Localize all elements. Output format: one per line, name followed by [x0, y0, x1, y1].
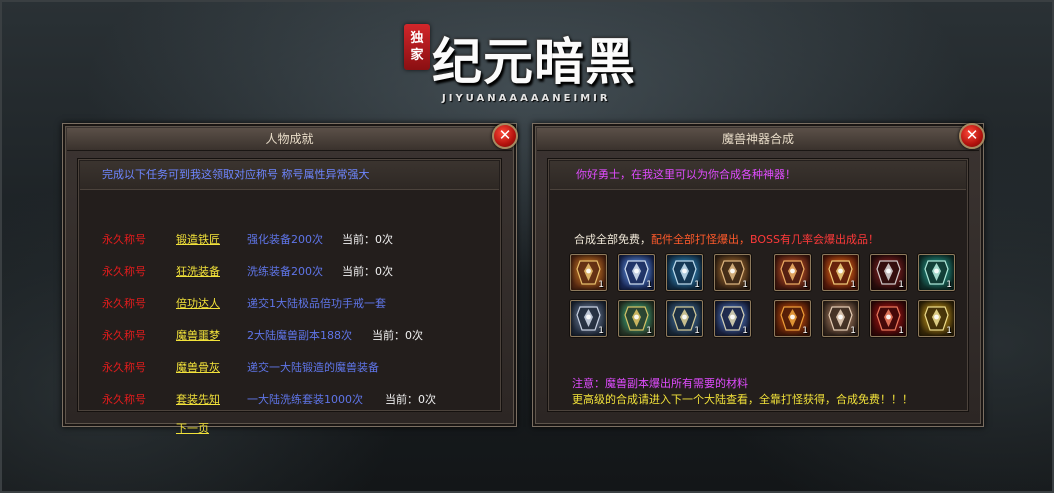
achievement-title: 永久称号	[102, 361, 146, 374]
achievement-title: 永久称号	[102, 297, 146, 310]
item-count: 1	[946, 326, 952, 336]
logo-seal-char-1: 独	[410, 31, 424, 46]
boss-text: BOSS有几率会爆出成品！	[750, 233, 879, 246]
item-slot[interactable]: 1	[714, 254, 751, 291]
achievement-desc: 一大陆洗练套装1000次	[247, 393, 363, 406]
achievement-link[interactable]: 套装先知	[176, 391, 220, 407]
item-count: 1	[742, 280, 748, 290]
item-slot[interactable]: 1	[714, 300, 751, 337]
close-button[interactable]: ✕	[492, 123, 518, 149]
note-higher-synthesis: 更高级的合成请进入下一个大陆查看，全靠打怪获得，合成免费！！！	[572, 393, 913, 406]
achievement-desc: 递交1大陆极品倍功手戒一套	[247, 297, 386, 310]
achievement-link[interactable]: 魔兽噩梦	[176, 327, 220, 343]
achievements-panel: 人物成就 ✕ 完成以下任务可到我这领取对应称号 称号属性异常强大 永久称号 锻造…	[62, 123, 518, 435]
item-count: 1	[850, 326, 856, 336]
achievement-desc: 递交一大陆锻造的魔兽装备	[247, 361, 379, 374]
achievement-progress: 当前：0次	[385, 393, 436, 406]
achievement-progress: 当前：0次	[342, 265, 393, 278]
item-slot[interactable]: 1	[870, 254, 907, 291]
note-materials: 注意：魔兽副本爆出所有需要的材料	[572, 377, 748, 390]
item-slot[interactable]: 1	[822, 254, 859, 291]
item-slot[interactable]: 1	[918, 300, 955, 337]
achievement-progress: 当前：0次	[372, 329, 423, 342]
game-screen: 独 家 纪元暗黑 JIYUANAAAAANEIMIR 人物成就 ✕ 完成以下任务…	[0, 0, 1054, 493]
item-slot[interactable]: 1	[774, 300, 811, 337]
achievement-title: 永久称号	[102, 265, 146, 278]
achievement-link[interactable]: 倍功达人	[176, 295, 220, 311]
item-count: 1	[850, 280, 856, 290]
item-count: 1	[898, 326, 904, 336]
item-count: 1	[742, 326, 748, 336]
achievement-link[interactable]: 狂洗装备	[176, 263, 220, 279]
logo-seal: 独 家	[404, 24, 430, 70]
synthesis-content: 你好勇士，在我这里可以为你合成各种神器！ 合成全部免费，配件全部打怪爆出，BOS…	[547, 158, 969, 412]
achievement-title: 永久称号	[102, 329, 146, 342]
synthesis-banner: 你好勇士，在我这里可以为你合成各种神器！	[550, 161, 966, 190]
achievements-panel-title: 人物成就	[67, 128, 512, 151]
close-button[interactable]: ✕	[959, 123, 985, 149]
logo-seal-char-2: 家	[410, 48, 424, 63]
achievement-desc: 2大陆魔兽副本188次	[247, 329, 352, 342]
logo-subtitle: JIYUANAAAAANEIMIR	[442, 93, 611, 104]
item-slot[interactable]: 1	[570, 254, 607, 291]
synthesis-panel-title: 魔兽神器合成	[537, 128, 979, 151]
item-slot[interactable]: 1	[618, 300, 655, 337]
item-slot[interactable]: 1	[666, 254, 703, 291]
drop-text: 配件全部打怪爆出，	[651, 233, 750, 246]
item-count: 1	[598, 280, 604, 290]
item-slot[interactable]: 1	[618, 254, 655, 291]
achievement-progress: 当前：0次	[342, 233, 393, 246]
item-count: 1	[802, 280, 808, 290]
achievement-desc: 洗练装备200次	[247, 265, 323, 278]
item-count: 1	[694, 326, 700, 336]
item-count: 1	[646, 326, 652, 336]
achievement-title: 永久称号	[102, 233, 146, 246]
next-page-link[interactable]: 下一页	[176, 420, 209, 436]
achievements-banner: 完成以下任务可到我这领取对应称号 称号属性异常强大	[80, 161, 499, 190]
item-count: 1	[946, 280, 952, 290]
close-icon: ✕	[498, 126, 512, 144]
achievement-desc: 强化装备200次	[247, 233, 323, 246]
item-slot[interactable]: 1	[918, 254, 955, 291]
achievement-link[interactable]: 锻造铁匠	[176, 231, 220, 247]
item-slot[interactable]: 1	[822, 300, 859, 337]
item-count: 1	[598, 326, 604, 336]
free-text: 合成全部免费，	[574, 233, 651, 246]
item-slot[interactable]: 1	[666, 300, 703, 337]
item-slot[interactable]: 1	[774, 254, 811, 291]
synthesis-panel: 魔兽神器合成 ✕ 你好勇士，在我这里可以为你合成各种神器！ 合成全部免费，配件全…	[532, 123, 985, 427]
synthesis-info-line: 合成全部免费，配件全部打怪爆出，BOSS有几率会爆出成品！	[574, 231, 879, 247]
achievements-content: 完成以下任务可到我这领取对应称号 称号属性异常强大 永久称号 锻造铁匠 强化装备…	[77, 158, 502, 435]
item-count: 1	[802, 326, 808, 336]
achievement-link[interactable]: 魔兽骨灰	[176, 359, 220, 375]
item-count: 1	[646, 280, 652, 290]
close-icon: ✕	[965, 126, 979, 144]
item-count: 1	[694, 280, 700, 290]
item-slot[interactable]: 1	[570, 300, 607, 337]
achievement-title: 永久称号	[102, 393, 146, 406]
game-logo: 独 家 纪元暗黑 JIYUANAAAAANEIMIR	[402, 16, 652, 111]
item-slot[interactable]: 1	[870, 300, 907, 337]
logo-title: 纪元暗黑	[432, 32, 636, 91]
item-count: 1	[898, 280, 904, 290]
